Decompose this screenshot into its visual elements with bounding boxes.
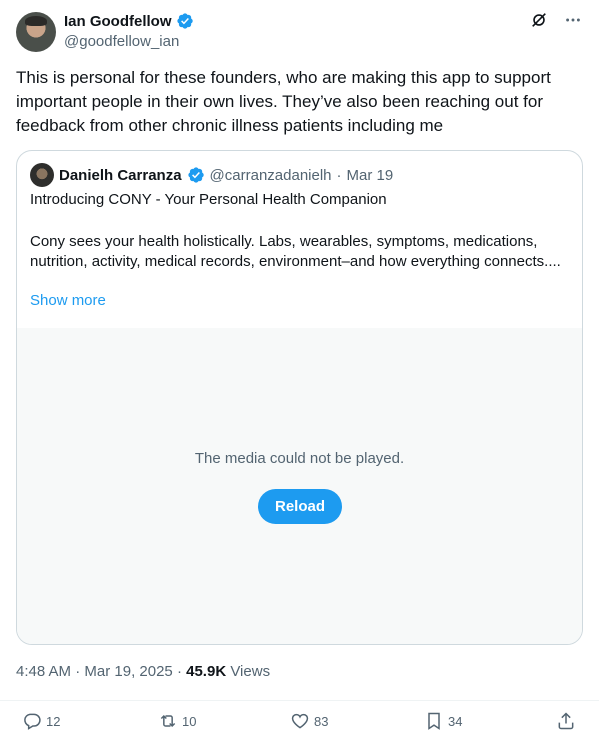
- quoted-author-name: Danielh Carranza: [59, 166, 182, 184]
- like-count: 83: [314, 713, 329, 729]
- repost-button[interactable]: 10: [158, 711, 196, 731]
- repost-count: 10: [182, 713, 197, 729]
- quoted-tweet-title: Introducing CONY - Your Personal Health …: [30, 191, 387, 208]
- author-handle[interactable]: @goodfellow_ian: [64, 33, 179, 50]
- author-avatar[interactable]: [16, 12, 56, 52]
- quoted-author-handle: @carranzadanielh: [209, 166, 332, 184]
- like-button[interactable]: 83: [290, 711, 328, 731]
- tweet-meta: 4:48 AM · Mar 19, 2025 · 45.9K Views: [16, 663, 270, 680]
- media-player: The media could not be played. Reload: [17, 328, 582, 644]
- bookmark-icon: [428, 712, 440, 730]
- reply-count: 12: [46, 713, 61, 729]
- tweet-text: This is personal for these founders, who…: [16, 68, 551, 135]
- share-button[interactable]: [556, 711, 576, 731]
- quoted-author-avatar: [30, 163, 54, 187]
- more-options-icon[interactable]: [563, 10, 583, 30]
- verified-badge-icon: [176, 12, 194, 30]
- quoted-tweet-body: Cony sees your health holistically. Labs…: [30, 233, 561, 270]
- separator-dot: ·: [75, 663, 81, 680]
- views-count: 45.9K: [186, 663, 227, 680]
- reload-button[interactable]: Reload: [258, 489, 342, 524]
- views-label: Views: [230, 663, 271, 680]
- tweet-date[interactable]: Mar 19, 2025: [84, 663, 172, 680]
- tweet-time[interactable]: 4:48 AM: [16, 663, 71, 680]
- quoted-tweet-date: Mar 19: [346, 166, 394, 184]
- bookmark-button[interactable]: 34: [424, 711, 462, 731]
- bookmark-count: 34: [448, 713, 463, 729]
- author-name-row: Ian Goodfellow: [64, 12, 194, 30]
- quoted-tweet[interactable]: Danielh Carranza @carranzadanielh · Mar …: [16, 150, 583, 645]
- show-more-link[interactable]: Show more: [30, 292, 106, 309]
- separator-dot: ·: [336, 166, 342, 184]
- action-bar: 12 10 83 34: [0, 700, 599, 748]
- header-actions: [529, 10, 583, 30]
- media-error-message: The media could not be played.: [194, 450, 405, 467]
- tweet: Ian Goodfellow @goodfellow_ian This is p…: [0, 0, 599, 748]
- share-icon: [558, 712, 574, 730]
- reply-icon: [24, 713, 41, 730]
- quoted-tweet-header: Danielh Carranza @carranzadanielh · Mar …: [30, 163, 393, 187]
- reply-button[interactable]: 12: [22, 711, 60, 731]
- repost-icon: [160, 714, 176, 728]
- author-name[interactable]: Ian Goodfellow: [64, 13, 172, 30]
- grok-icon[interactable]: [529, 10, 549, 30]
- verified-badge-icon: [187, 166, 205, 184]
- heart-icon: [291, 713, 309, 729]
- separator-dot: ·: [176, 663, 182, 680]
